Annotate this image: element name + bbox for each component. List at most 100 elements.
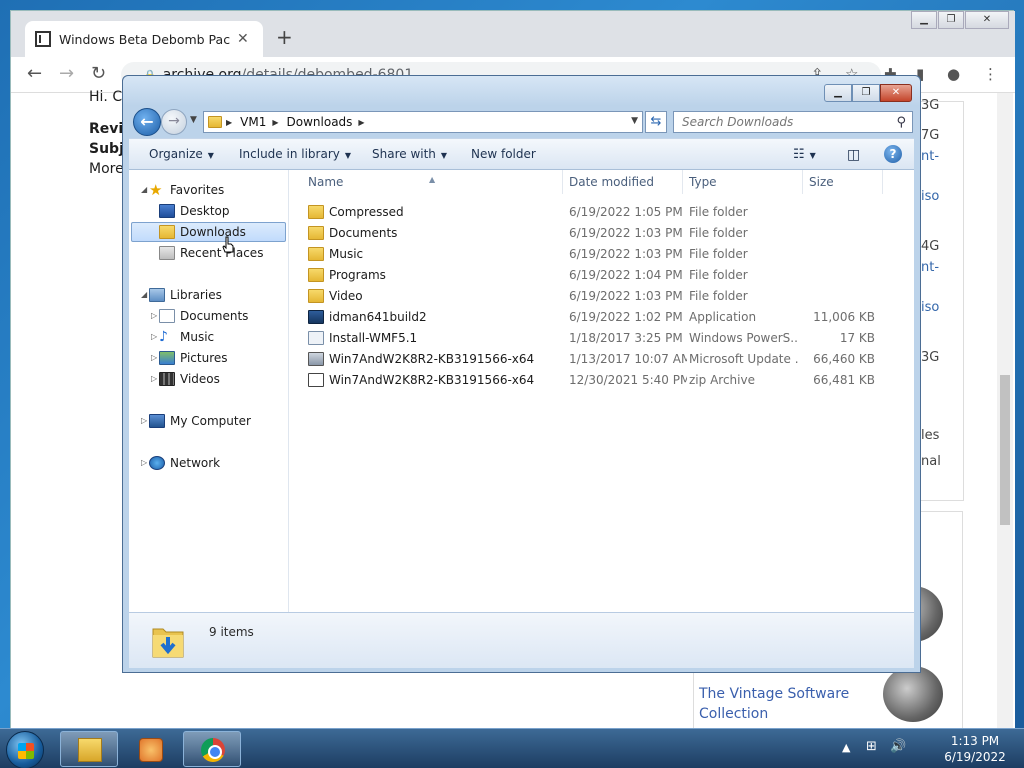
network-tray-icon[interactable]: ⊞ [866,739,877,754]
zip-icon [308,373,324,387]
file-link[interactable]: iso [921,189,939,204]
nav-item-downloads[interactable]: Downloads [131,222,286,242]
clock-time: 1:13 PM [950,734,1000,748]
back-button[interactable]: ← [133,108,161,136]
column-header-name[interactable]: Name ▲ [290,170,563,194]
search-input[interactable] [682,115,882,129]
taskbar-explorer-button[interactable] [60,731,118,767]
column-header-date[interactable]: Date modified [563,170,683,194]
share-with-button[interactable]: Share with ▼ [372,147,447,161]
expand-arrow-icon[interactable]: ▷ [151,332,157,341]
file-row[interactable]: idman641build2 6/19/2022 1:02 PM Applica… [290,307,914,328]
nav-item-libraries[interactable]: Libraries [149,285,222,305]
nav-item-favorites[interactable]: ★ Favorites [149,180,224,200]
expand-arrow-icon[interactable]: ◢ [141,290,147,299]
search-icon[interactable]: ⚲ [896,113,906,133]
expand-arrow-icon[interactable]: ▷ [151,311,157,320]
breadcrumb-item[interactable]: Downloads [287,115,353,129]
breadcrumb-item[interactable]: VM1 [240,115,266,129]
new-tab-button[interactable]: + [276,25,293,49]
collection-thumbnail-image[interactable] [883,666,943,722]
file-row[interactable]: Music 6/19/2022 1:03 PM File folder [290,244,914,265]
file-link[interactable]: nt- [921,260,939,275]
taskbar-media-player-button[interactable] [121,731,179,767]
change-view-icon[interactable]: ☷ ▼ [793,147,816,162]
file-row[interactable]: Win7AndW2K8R2-KB3191566-x64 1/13/2017 10… [290,349,914,370]
browser-scrollbar[interactable] [997,93,1013,729]
profile-avatar-icon[interactable]: ● [947,65,960,83]
nav-item-pictures[interactable]: Pictures [159,348,228,368]
nav-item-network[interactable]: Network [149,453,220,473]
expand-arrow-icon[interactable]: ▷ [151,374,157,383]
file-type: File folder [689,205,748,219]
browser-forward-icon[interactable]: → [59,63,74,84]
nav-item-my-computer[interactable]: My Computer [149,411,251,431]
nav-item-music[interactable]: ♪ Music [159,327,214,347]
address-dropdown-icon[interactable]: ▼ [631,116,638,126]
explorer-body: ◢ ★ Favorites Desktop Downloads Recent Pl… [129,170,914,612]
file-name: Win7AndW2K8R2-KB3191566-x64 [329,352,535,366]
file-link[interactable]: iso [921,300,939,315]
explorer-minimize-button[interactable]: ▁ [824,84,852,102]
breadcrumb[interactable]: ▶ VM1 ▶ Downloads ▶ ▼ [203,111,643,133]
file-size: 17 KB [839,331,875,345]
browser-menu-icon[interactable]: ⋮ [983,65,998,83]
nav-item-videos[interactable]: Videos [159,369,220,389]
new-folder-button[interactable]: New folder [471,147,536,161]
tab-close-icon[interactable]: ✕ [237,31,249,47]
browser-tab[interactable]: Windows Beta Debomb Pack : W ✕ [25,21,263,57]
page-text: Hi. C [89,89,123,105]
breadcrumb-chevron-icon[interactable]: ▶ [226,118,232,127]
refresh-button[interactable]: ⇆ [645,111,667,133]
file-link[interactable]: nt- [921,149,939,164]
breadcrumb-chevron-icon[interactable]: ▶ [358,118,364,127]
browser-close-button[interactable]: ✕ [965,11,1009,29]
explorer-titlebar[interactable]: ▁ ❐ ✕ [123,76,920,106]
expand-arrow-icon[interactable]: ◢ [141,185,147,194]
page-link-more[interactable]: More [89,161,124,177]
browser-maximize-button[interactable]: ❐ [938,11,964,29]
file-row[interactable]: Programs 6/19/2022 1:04 PM File folder [290,265,914,286]
volume-icon[interactable]: 🔊 [890,739,906,754]
clock[interactable]: 1:13 PM 6/19/2022 [930,733,1020,765]
include-in-library-button[interactable]: Include in library ▼ [239,147,351,161]
page-text: nal [921,454,941,469]
preview-pane-icon[interactable]: ◫ [847,147,860,163]
vintage-software-collection-link[interactable]: The Vintage Software Collection [699,684,859,724]
expand-arrow-icon[interactable]: ▷ [141,458,147,467]
browser-reload-icon[interactable]: ↻ [91,63,106,84]
expand-arrow-icon[interactable]: ▷ [141,416,147,425]
expand-arrow-icon[interactable]: ▷ [151,353,157,362]
file-date: 6/19/2022 1:03 PM [569,247,683,261]
file-row[interactable]: Video 6/19/2022 1:03 PM File folder [290,286,914,307]
scrollbar-thumb[interactable] [1000,375,1010,525]
navigation-pane: ◢ ★ Favorites Desktop Downloads Recent Pl… [129,170,289,612]
nav-item-recent-places[interactable]: Recent Places [159,243,263,263]
file-type: Application [689,310,757,324]
file-row[interactable]: Install-WMF5.1 1/18/2017 3:25 PM Windows… [290,328,914,349]
explorer-close-button[interactable]: ✕ [880,84,912,102]
forward-button[interactable]: → [161,109,187,135]
recent-pages-dropdown-icon[interactable]: ▼ [190,115,197,125]
chevron-down-icon: ▼ [809,151,816,160]
nav-item-documents[interactable]: Documents [159,306,248,326]
nav-item-desktop[interactable]: Desktop [159,201,230,221]
file-row[interactable]: Compressed 6/19/2022 1:05 PM File folder [290,202,914,223]
folder-icon [308,226,324,240]
file-size: 11,006 KB [813,310,875,324]
column-header-type[interactable]: Type [683,170,803,194]
file-row[interactable]: Documents 6/19/2022 1:03 PM File folder [290,223,914,244]
browser-back-icon[interactable]: ← [27,63,42,84]
explorer-maximize-button[interactable]: ❐ [852,84,880,102]
taskbar-chrome-button[interactable] [183,731,241,767]
breadcrumb-chevron-icon[interactable]: ▶ [272,118,278,127]
organize-button[interactable]: Organize ▼ [149,147,214,161]
tray-overflow-icon[interactable]: ▲ [842,741,850,754]
browser-minimize-button[interactable]: ▁ [911,11,937,29]
help-icon[interactable]: ? [884,145,902,163]
search-box[interactable]: ⚲ [673,111,913,133]
libraries-icon [149,288,165,302]
file-row[interactable]: Win7AndW2K8R2-KB3191566-x64 12/30/2021 5… [290,370,914,391]
column-header-size[interactable]: Size [803,170,883,194]
start-button[interactable] [6,731,44,768]
